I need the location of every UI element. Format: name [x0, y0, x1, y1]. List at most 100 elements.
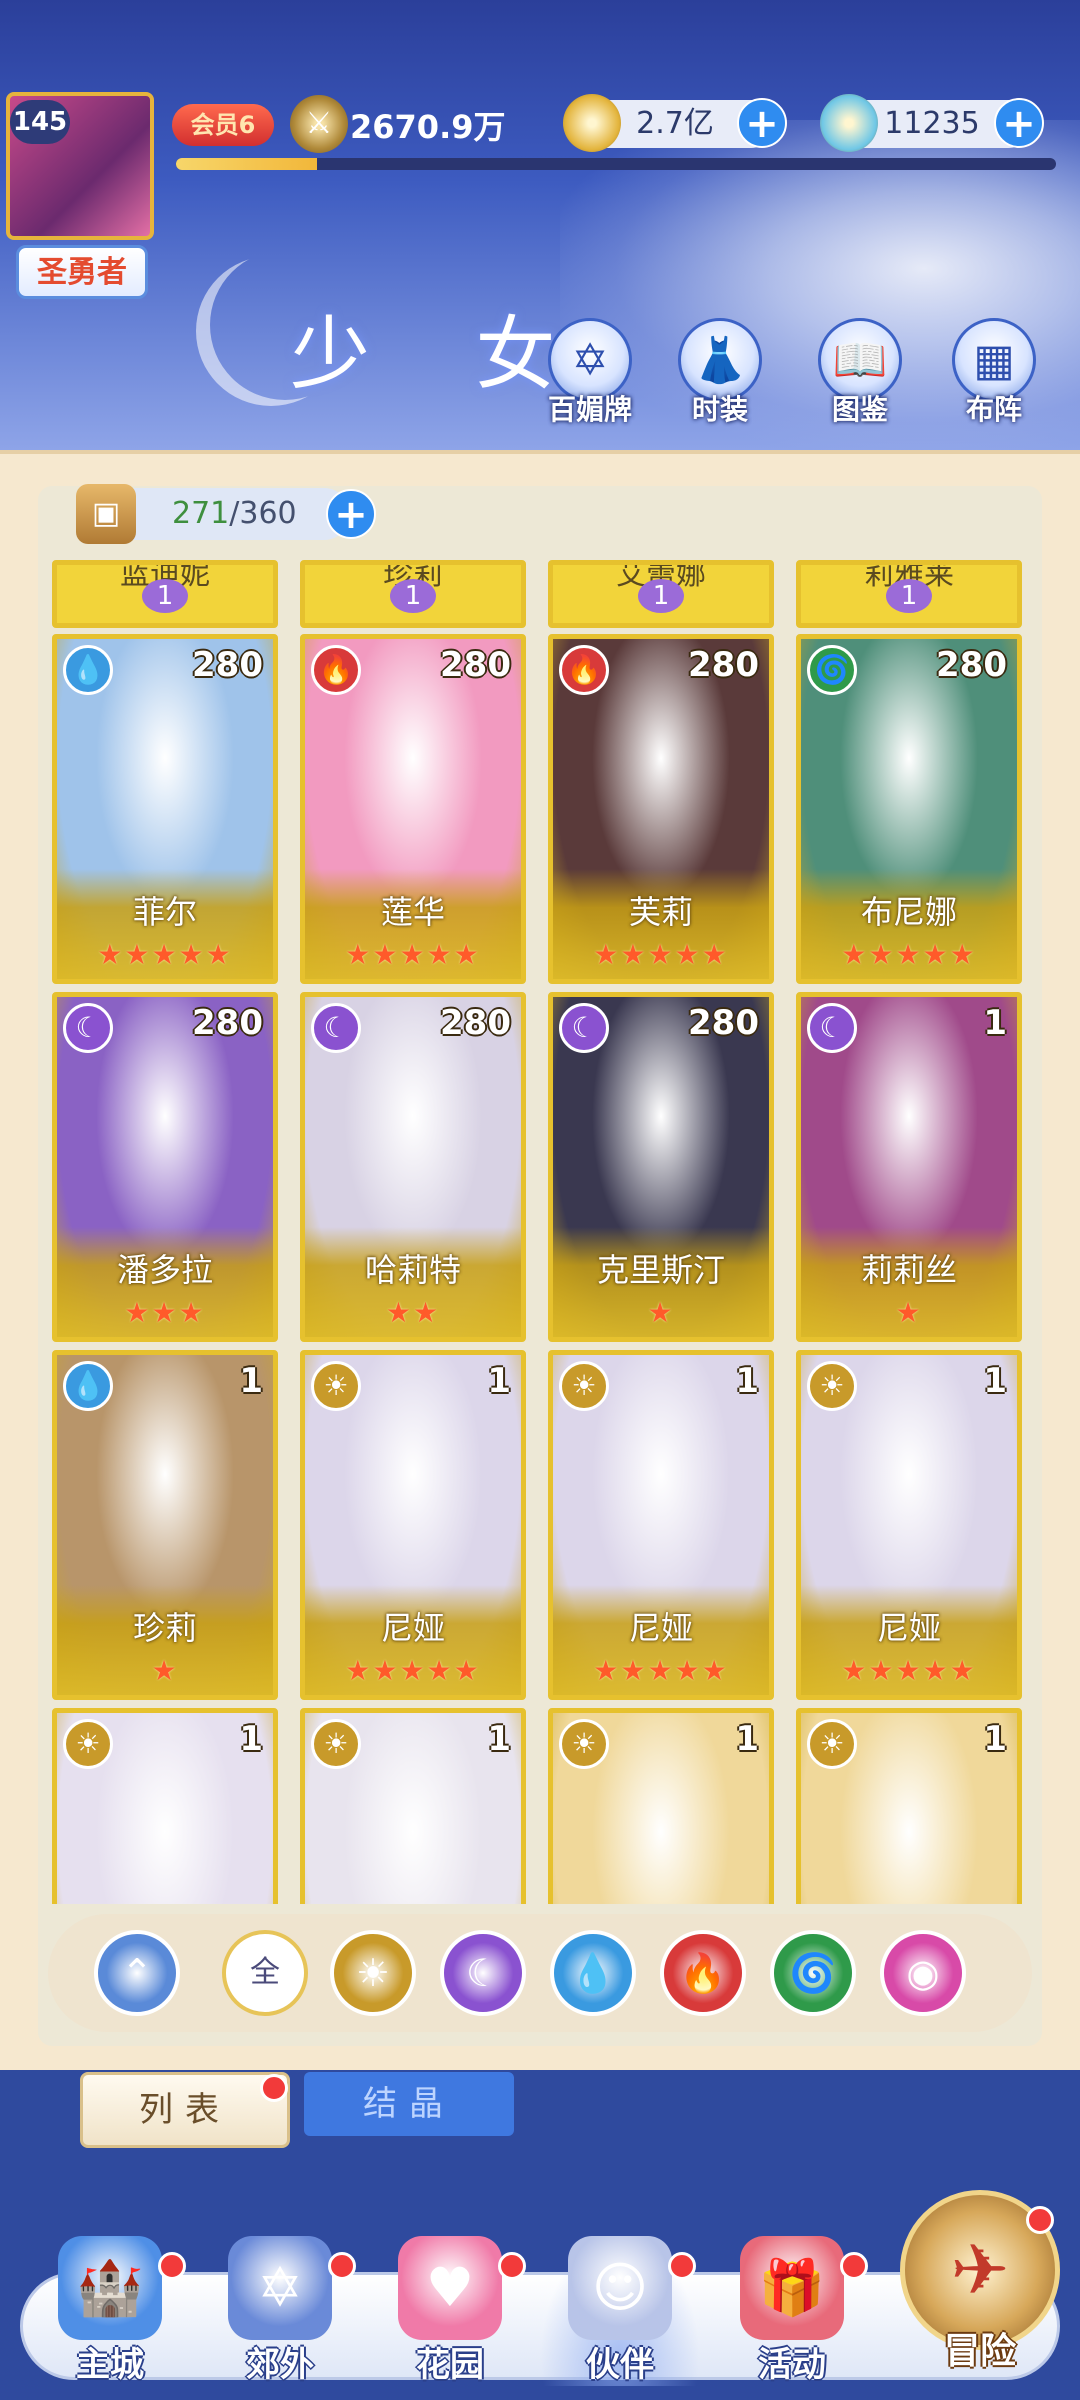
nav-label: 布阵 [965, 393, 1022, 426]
fire-filter-button[interactable]: 🔥 [660, 1930, 746, 2016]
player-level-badge: 145 [10, 100, 70, 144]
notification-dot [1026, 2206, 1054, 2234]
sun-filter-button[interactable]: ☀ [330, 1930, 416, 2016]
character-card[interactable]: ☀ 1 尼娅 ★★★★★ [300, 1350, 526, 1700]
fire-element-icon: 🔥 [311, 645, 361, 695]
notification-dot [498, 2252, 526, 2280]
gold-amount: 2.7亿 [636, 106, 714, 141]
moon-filter-button[interactable]: ☾ [440, 1930, 526, 2016]
character-level: 1 [239, 1719, 263, 1759]
character-card[interactable]: 🔥 280 莲华 ★★★★★ [300, 634, 526, 984]
nav-outfit[interactable]: 👗 时装 [670, 318, 770, 428]
heart-garden-icon: ♥ [398, 2236, 502, 2340]
wind-filter-button[interactable]: 🌀 [770, 1930, 856, 2016]
notification-dot [840, 2252, 868, 2280]
character-level: 1 [983, 1719, 1007, 1759]
notification-dot [260, 2074, 288, 2102]
moon-element-icon: ☾ [807, 1003, 857, 1053]
notification-dot [328, 2252, 356, 2280]
gold-currency: 2.7亿 + [563, 94, 787, 152]
water-element-icon: 💧 [63, 1361, 113, 1411]
portal-icon: ✡ [228, 2236, 332, 2340]
character-level: 1 [487, 1719, 511, 1759]
character-name: 尼娅 [876, 1609, 941, 1647]
character-card[interactable]: ☀ 1 [52, 1708, 278, 1904]
moon-element-icon: ☾ [559, 1003, 609, 1053]
water-element-icon: 💧 [63, 645, 113, 695]
star-rank-badge: 1 [638, 579, 684, 613]
roster-capacity: ▣ 271/360 + [76, 484, 376, 544]
add-gold-button[interactable]: + [737, 98, 787, 148]
character-name: 克里斯汀 [596, 1251, 725, 1289]
moon-element-icon: ☾ [63, 1003, 113, 1053]
water-drop-filter-button[interactable]: 💧 [550, 1930, 636, 2016]
character-card-partial[interactable]: 艾蕾娜 1 [548, 560, 774, 628]
character-level: 1 [983, 1003, 1007, 1043]
bottom-nav-label: 活动 [758, 2345, 826, 2385]
nav-card[interactable]: ✡ 百媚牌 [540, 318, 640, 428]
add-diamond-button[interactable]: + [994, 98, 1044, 148]
character-level: 280 [440, 1003, 511, 1043]
character-card[interactable]: 💧 280 菲尔 ★★★★★ [52, 634, 278, 984]
notification-dot [158, 2252, 186, 2280]
nav-label: 图鉴 [831, 393, 888, 426]
partner-icon: ☺ [568, 2236, 672, 2340]
adventure-label: 冒险 [943, 2331, 1016, 2372]
tab-list[interactable]: 列表 [80, 2072, 290, 2148]
character-level: 280 [688, 1003, 759, 1043]
expand-capacity-button[interactable]: + [326, 489, 376, 539]
wind-element-icon: 🌀 [807, 645, 857, 695]
character-card[interactable]: 💧 1 珍莉 ★ [52, 1350, 278, 1700]
castle-icon: 🏰 [58, 2236, 162, 2340]
diamond-amount: 11235 [884, 106, 980, 141]
fire-element-icon: 🔥 [559, 645, 609, 695]
moon-element-icon: ☾ [311, 1003, 361, 1053]
light-element-icon: ☀ [807, 1361, 857, 1411]
character-card[interactable]: ☾ 280 潘多拉 ★★★ [52, 992, 278, 1342]
character-name: 尼娅 [380, 1609, 445, 1647]
character-card[interactable]: ☀ 1 [796, 1708, 1022, 1904]
nav-label: 时装 [691, 393, 748, 426]
star-rating: ★★★★★ [345, 938, 481, 971]
nav-book[interactable]: 📖 图鉴 [810, 318, 910, 428]
character-level: 280 [192, 645, 263, 685]
bag-icon: ▣ [76, 484, 136, 544]
gift-box-icon: 🎁 [740, 2236, 844, 2340]
character-card[interactable]: ☾ 1 莉莉丝 ★ [796, 992, 1022, 1342]
character-level: 280 [936, 645, 1007, 685]
nav-formation-grid[interactable]: ▦ 布阵 [944, 318, 1044, 428]
light-element-icon: ☀ [311, 1361, 361, 1411]
character-grid[interactable]: 蓝迪妮 1 珍莉 1 艾蕾娜 1 莉雅莱 1 💧 280 菲尔 ★★★★★ 🔥 280 莲华 ★★★★★ 🔥 28… [52, 560, 1028, 1904]
diamond-icon [820, 94, 878, 152]
bottom-nav-label: 郊外 [246, 2345, 314, 2385]
star-rating: ★ [895, 1296, 923, 1329]
character-level: 1 [487, 1361, 511, 1401]
character-card[interactable]: ☀ 1 [300, 1708, 526, 1904]
character-card-partial[interactable]: 珍莉 1 [300, 560, 526, 628]
gold-coin-icon [563, 94, 621, 152]
character-card[interactable]: 🔥 280 芙莉 ★★★★★ [548, 634, 774, 984]
character-card-partial[interactable]: 蓝迪妮 1 [52, 560, 278, 628]
character-card[interactable]: ☾ 280 哈莉特 ★★ [300, 992, 526, 1342]
star-rating: ★★★★★ [97, 938, 233, 971]
bottom-nav-label: 主城 [76, 2345, 144, 2385]
star-rating: ★★★★★ [841, 1654, 977, 1687]
star-rating: ★★★ [124, 1296, 206, 1329]
character-level: 280 [440, 645, 511, 685]
all-filter-button[interactable]: 全 [222, 1930, 308, 2016]
character-card[interactable]: ☾ 280 克里斯汀 ★ [548, 992, 774, 1342]
character-level: 280 [688, 645, 759, 685]
character-card-partial[interactable]: 莉雅莱 1 [796, 560, 1022, 628]
bottom-nav-label: 花园 [416, 2345, 484, 2385]
character-level: 280 [192, 1003, 263, 1043]
player-title-badge[interactable]: 圣勇者 [16, 245, 148, 299]
collapse-arrow-filter-button[interactable]: ⌃ [94, 1930, 180, 2016]
character-card[interactable]: 🌀 280 布尼娜 ★★★★★ [796, 634, 1022, 984]
star-orb-filter-button[interactable]: ◉ [880, 1930, 966, 2016]
tab-crystal[interactable]: 结晶 [304, 2072, 514, 2136]
vip-badge[interactable]: 会员6 [172, 104, 274, 146]
character-card[interactable]: ☀ 1 尼娅 ★★★★★ [796, 1350, 1022, 1700]
character-card[interactable]: ☀ 1 [548, 1708, 774, 1904]
character-card[interactable]: ☀ 1 尼娅 ★★★★★ [548, 1350, 774, 1700]
character-name: 布尼娜 [860, 893, 957, 931]
